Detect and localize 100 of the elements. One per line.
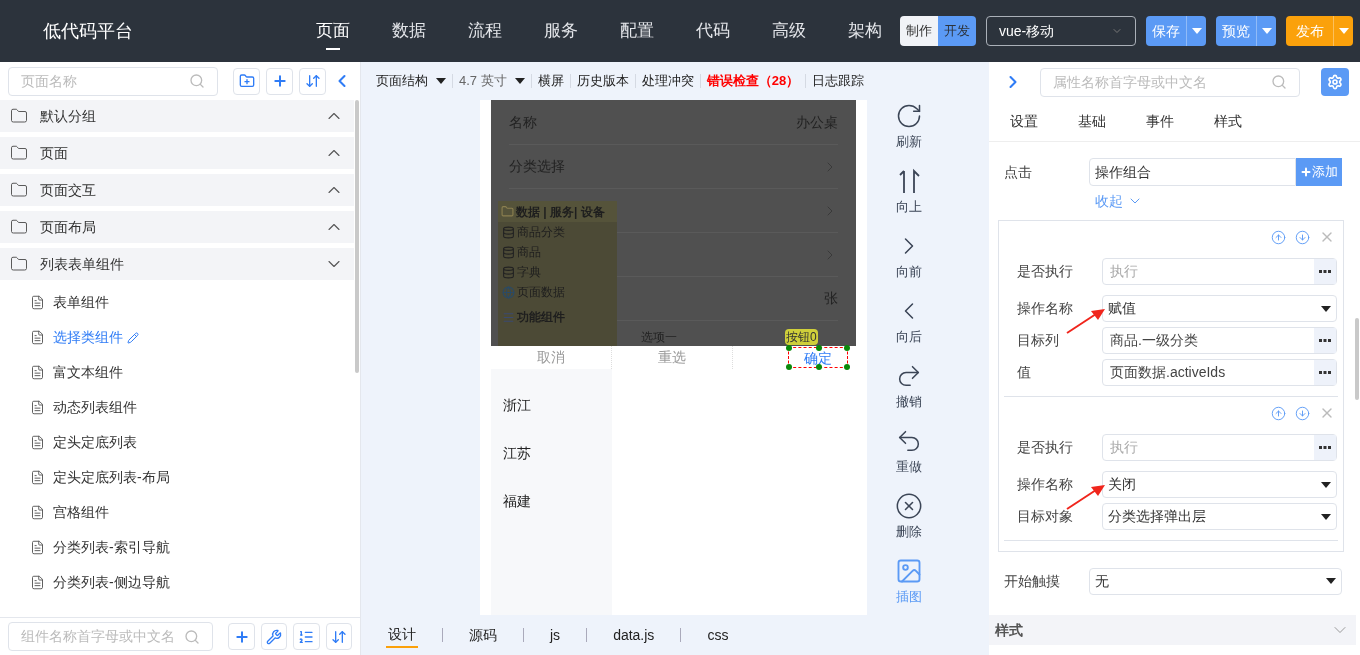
scrollbar[interactable]: [355, 100, 359, 373]
tool-button[interactable]: 重做: [895, 419, 923, 484]
nav-tab[interactable]: 代码: [675, 0, 751, 62]
caret-icon: [514, 78, 525, 84]
field-label: 是否执行: [1016, 438, 1074, 457]
framework-select[interactable]: vue-移动: [986, 16, 1136, 46]
list-button[interactable]: [293, 623, 320, 650]
property-tab[interactable]: 样式: [1214, 111, 1242, 132]
database-icon: [502, 265, 515, 279]
nav-tab[interactable]: 服务: [523, 0, 599, 62]
editor-tab[interactable]: 设计: [386, 622, 418, 648]
toolbar-item[interactable]: 4.7 英寸: [459, 71, 525, 91]
document-icon: [30, 575, 45, 590]
caret-icon: [1338, 28, 1349, 34]
editor-tab[interactable]: js: [548, 622, 563, 648]
toolbar-item[interactable]: 页面结构: [376, 71, 446, 91]
tool-button[interactable]: 删除: [895, 484, 923, 549]
property-tab[interactable]: 设置: [1010, 111, 1038, 132]
folder-icon: [501, 205, 514, 218]
add-button[interactable]: [228, 623, 255, 650]
province-item[interactable]: 江苏: [491, 429, 612, 477]
plus-icon: [271, 73, 288, 89]
group-header[interactable]: 页面布局: [0, 211, 354, 243]
sort-icon: [304, 73, 321, 89]
component-item[interactable]: 分类列表-侧边导航: [0, 565, 354, 600]
editor-tab[interactable]: data.js: [611, 622, 657, 648]
mode-toggle[interactable]: 制作: [900, 16, 938, 46]
circle-x-icon: [895, 491, 923, 520]
tool-button[interactable]: 撤销: [895, 354, 923, 419]
tool-button[interactable]: 向前: [895, 224, 923, 289]
nav-tab[interactable]: 高级: [751, 0, 827, 62]
caret-icon: [1191, 28, 1202, 34]
move-up-icon[interactable]: [1271, 405, 1286, 421]
dropdown-toggle[interactable]: [1256, 16, 1276, 46]
picker-button[interactable]: 确定: [788, 347, 848, 368]
editor-tab[interactable]: css: [705, 622, 731, 648]
province-item[interactable]: 浙江: [491, 381, 612, 429]
component-item[interactable]: 选择类组件: [0, 320, 354, 355]
tool-button[interactable]: 向上: [895, 159, 923, 224]
section-header[interactable]: 样式: [989, 615, 1356, 645]
property-tab[interactable]: 事件: [1146, 111, 1174, 132]
dropdown-toggle[interactable]: [1186, 16, 1206, 46]
component-item[interactable]: 动态列表组件: [0, 390, 354, 425]
folder-plus-icon: [238, 73, 255, 89]
move-down-icon[interactable]: [1295, 229, 1310, 245]
document-icon: [30, 470, 45, 485]
caret-icon: [1321, 513, 1331, 520]
select-field[interactable]: 无: [1089, 567, 1342, 595]
app-title: 低代码平台: [43, 19, 134, 43]
event-field[interactable]: 操作组合: [1089, 158, 1296, 186]
add-button[interactable]: [266, 67, 293, 95]
wrench-button[interactable]: [260, 623, 288, 650]
component-badge: 按钮0: [785, 329, 818, 345]
tool-button[interactable]: 向后: [895, 289, 923, 354]
nav-tab[interactable]: 数据: [371, 0, 447, 62]
add-folder-button[interactable]: [233, 67, 260, 95]
property-tab[interactable]: 基础: [1078, 111, 1106, 132]
plus-icon: [1300, 166, 1312, 178]
settings-button[interactable]: [1321, 68, 1349, 96]
select-field[interactable]: 关闭: [1102, 471, 1337, 498]
database-icon: [502, 225, 515, 239]
group-header[interactable]: 默认分组: [0, 100, 354, 132]
search-icon: [184, 628, 201, 645]
group-header[interactable]: 列表表单组件: [0, 248, 354, 280]
component-item[interactable]: 定头定底列表-布局: [0, 460, 354, 495]
nav-tab[interactable]: 架构: [827, 0, 903, 62]
folder-icon: [10, 255, 28, 273]
component-item[interactable]: 富文本组件: [0, 355, 354, 390]
component-item[interactable]: 表单组件: [0, 285, 354, 320]
component-item[interactable]: 宫格组件: [0, 495, 354, 530]
nav-tab[interactable]: 页面: [295, 0, 371, 62]
editor-tab[interactable]: 源码: [467, 622, 499, 648]
sort-button[interactable]: [325, 623, 353, 650]
mode-toggle[interactable]: 开发: [938, 16, 976, 46]
toolbar-item[interactable]: 横屏: [537, 71, 564, 91]
dropdown-toggle[interactable]: [1333, 16, 1353, 46]
tool-button[interactable]: 刷新: [895, 94, 923, 159]
move-up-icon[interactable]: [1271, 229, 1286, 245]
nav-tab[interactable]: 配置: [599, 0, 675, 62]
group-header[interactable]: 页面: [0, 137, 354, 169]
component-item[interactable]: 分类列表-索引导航: [0, 530, 354, 565]
toolbar-item[interactable]: 错误检查（28）: [706, 71, 800, 91]
select-field[interactable]: 赋值: [1102, 295, 1337, 322]
sort-button[interactable]: [299, 67, 326, 95]
group-header[interactable]: 页面交互: [0, 174, 354, 206]
select-field[interactable]: 分类选择弹出层: [1102, 503, 1337, 530]
plus-icon: [233, 628, 250, 645]
toolbar-item[interactable]: 处理冲突: [641, 71, 694, 91]
move-down-icon[interactable]: [1295, 405, 1310, 421]
field-label: 目标列: [1016, 331, 1060, 350]
document-icon: [30, 505, 45, 520]
component-item[interactable]: 定头定底列表: [0, 425, 354, 460]
caret-icon: [1326, 578, 1336, 584]
search-icon: [1271, 74, 1287, 90]
toolbar-item[interactable]: 日志跟踪: [812, 71, 865, 91]
nav-tab[interactable]: 流程: [447, 0, 523, 62]
search-icon: [189, 73, 205, 89]
toolbar-item[interactable]: 历史版本: [576, 71, 629, 91]
scrollbar[interactable]: [1355, 318, 1359, 400]
province-item[interactable]: 福建: [491, 477, 612, 525]
